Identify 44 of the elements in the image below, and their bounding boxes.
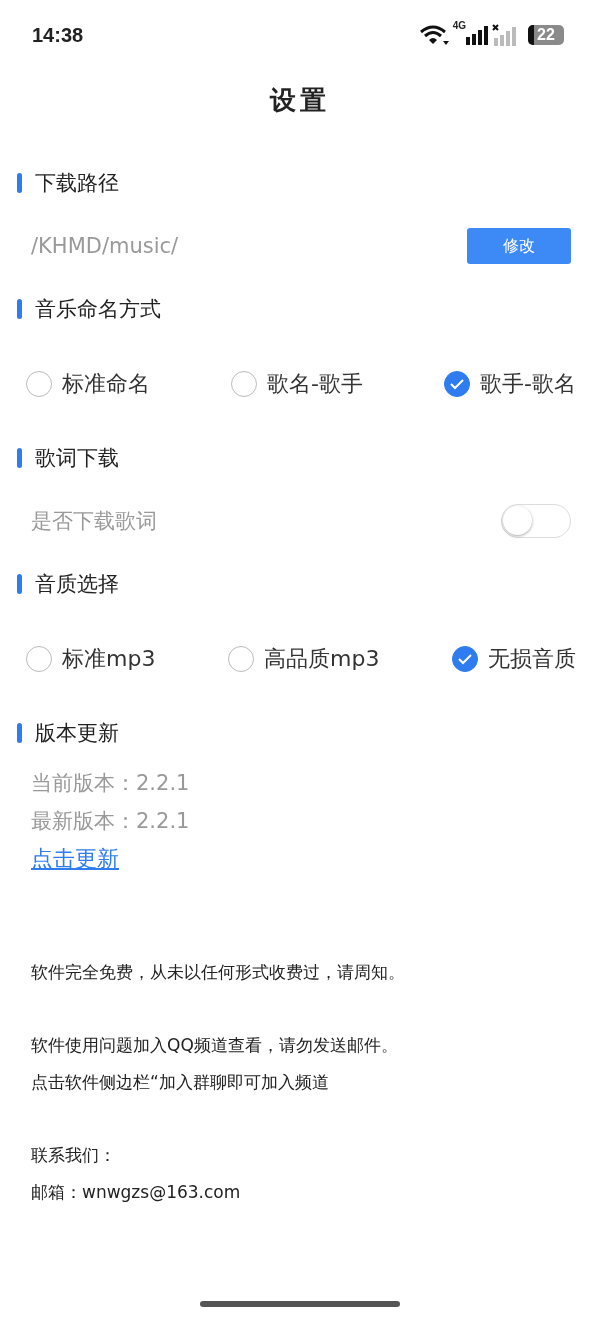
option-label: 歌名-歌手 — [267, 369, 363, 398]
section-heading: 歌词下载 — [35, 445, 119, 472]
section-marker — [17, 299, 22, 319]
radio-option[interactable]: 歌手-歌名 — [444, 368, 576, 399]
radio-option[interactable]: 标准mp3 — [26, 643, 156, 674]
status-time: 14:38 — [32, 23, 84, 47]
version-text: 最新版本：2.2.1 — [31, 807, 190, 835]
network-label: 4G — [452, 20, 466, 31]
radio-option[interactable]: 歌名-歌手 — [231, 368, 363, 399]
option-label: 标准命名 — [62, 369, 150, 398]
wifi-icon — [418, 24, 449, 46]
option-label: 标准mp3 — [62, 644, 156, 673]
update-link[interactable]: 点击更新 — [31, 840, 119, 878]
note-text: 软件使用问题加入QQ频道查看，请勿发送邮件。 — [31, 1033, 399, 1057]
option-label: 歌手-歌名 — [480, 369, 576, 398]
section-marker — [17, 723, 22, 743]
note-text: 联系我们： — [31, 1143, 117, 1167]
signal-icon — [466, 25, 488, 45]
section-heading: 下载路径 — [35, 170, 119, 197]
check-icon — [457, 652, 473, 665]
download-path: /KHMD/music/ — [31, 234, 179, 258]
battery-level: 22 — [537, 26, 555, 44]
section-marker — [17, 173, 22, 193]
section-marker — [17, 574, 22, 594]
section-marker — [17, 448, 22, 468]
section-heading: 版本更新 — [35, 720, 119, 747]
radio-option[interactable]: 高品质mp3 — [228, 643, 380, 674]
radio-option[interactable]: 无损音质 — [452, 643, 576, 674]
option-label: 无损音质 — [488, 644, 576, 673]
page-title: 设置 — [268, 83, 331, 117]
radio-option[interactable]: 标准命名 — [26, 368, 150, 399]
radio-button[interactable] — [452, 645, 478, 672]
note-text: 邮箱：wnwgzs@163.com — [31, 1180, 242, 1204]
radio-button[interactable] — [444, 370, 471, 397]
toggle-switch[interactable] — [501, 504, 571, 538]
no-signal-icon — [492, 24, 518, 46]
note-text: 点击软件侧边栏“加入群聊即可加入频道 — [31, 1070, 330, 1094]
setting-label: 是否下载歌词 — [31, 508, 157, 535]
check-icon — [449, 377, 466, 390]
section-heading: 音乐命名方式 — [35, 296, 161, 323]
option-label: 高品质mp3 — [264, 644, 380, 673]
note-text: 软件完全免费，从未以任何形式收费过，请周知。 — [31, 960, 406, 984]
section-heading: 音质选择 — [35, 571, 119, 598]
version-text: 当前版本：2.2.1 — [31, 770, 190, 797]
